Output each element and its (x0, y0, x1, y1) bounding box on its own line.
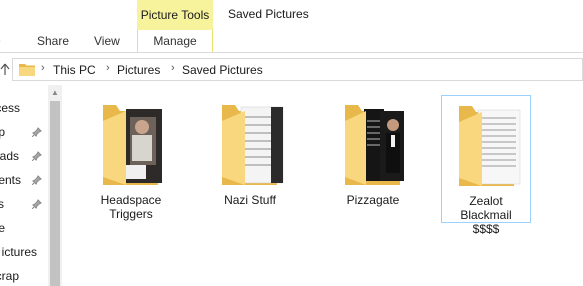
folder-name: Nazi Stuff (205, 193, 295, 207)
window-title: Saved Pictures (228, 7, 309, 21)
folder-icon (103, 105, 162, 185)
picture-tools-context-header: Picture Tools (137, 0, 213, 30)
nav-item-folder[interactable]: e (0, 216, 5, 240)
folder-icon (222, 105, 284, 185)
folder-icon (19, 63, 35, 76)
breadcrumb-separator[interactable]: › (171, 62, 175, 74)
nav-item-pictures[interactable]: s (0, 192, 4, 216)
breadcrumb-this-pc[interactable]: This PC (53, 63, 96, 77)
nav-item-label: e (0, 221, 5, 235)
folder-name: Zealot Blackmail $$$$ (442, 194, 530, 236)
file-list: HeadspaceTriggers Nazi Stuff Pizzagate (62, 85, 583, 286)
tab-share[interactable]: Share (37, 34, 69, 48)
nav-item-label: s (0, 197, 4, 211)
folder-name: Pizzagate (328, 193, 418, 207)
pin-icon[interactable] (32, 175, 42, 185)
folder-item[interactable]: Pizzagate (328, 95, 418, 223)
folder-item[interactable]: Nazi Stuff (205, 95, 295, 223)
nav-item-label: crap (0, 269, 19, 283)
nav-item-label: ents (0, 173, 21, 187)
nav-item-label: ads (0, 149, 19, 163)
nav-item-label: ictures (1, 245, 37, 259)
folder-icon (345, 105, 404, 185)
folder-name-line: Nazi Stuff (224, 193, 276, 207)
tab-manage[interactable]: Manage (137, 30, 213, 53)
breadcrumb-saved-pictures[interactable]: Saved Pictures (182, 63, 263, 77)
title-bar: Picture Tools Saved Pictures e Share Vie… (0, 0, 583, 53)
breadcrumb-separator[interactable]: › (106, 62, 110, 74)
up-arrow-icon[interactable] (0, 61, 10, 77)
pin-icon[interactable] (32, 127, 42, 137)
nav-scrollbar[interactable]: ▲ (48, 85, 62, 286)
folder-name-line: Headspace (100, 193, 162, 207)
tab-home[interactable]: e (0, 34, 1, 48)
folder-name-line: Triggers (109, 207, 153, 221)
nav-item-desktop[interactable]: p (0, 120, 5, 144)
nav-item-label: ccess (0, 101, 20, 115)
address-row: › This PC › Pictures › Saved Pictures (0, 53, 583, 85)
folder-name-line: Zealot Blackmail (460, 194, 512, 222)
nav-item-scrap[interactable]: crap (0, 264, 19, 286)
scroll-up-icon[interactable]: ▲ (48, 85, 62, 99)
tab-view[interactable]: View (94, 34, 120, 48)
breadcrumb-pictures[interactable]: Pictures (117, 63, 160, 77)
folder-item[interactable]: Zealot Blackmail $$$$ (441, 95, 531, 236)
nav-item-quick-access[interactable]: ccess (0, 96, 20, 120)
folder-item[interactable]: Headspace Triggers (86, 95, 176, 223)
nav-item-saved-pictures[interactable]: ictures (0, 240, 37, 264)
nav-item-documents[interactable]: ents (0, 168, 21, 192)
breadcrumb-separator[interactable]: › (41, 62, 45, 74)
folder-icon (459, 106, 521, 186)
folder-name-line: Pizzagate (346, 193, 400, 207)
pin-icon[interactable] (32, 151, 42, 161)
address-bar[interactable]: › This PC › Pictures › Saved Pictures (12, 58, 583, 81)
nav-item-label: p (0, 125, 5, 139)
pin-icon[interactable] (32, 199, 42, 209)
nav-item-downloads[interactable]: ads (0, 144, 19, 168)
scroll-thumb[interactable] (50, 101, 60, 286)
folder-name: Headspace Triggers (86, 193, 176, 221)
folder-name-line: $$$$ (472, 222, 500, 236)
